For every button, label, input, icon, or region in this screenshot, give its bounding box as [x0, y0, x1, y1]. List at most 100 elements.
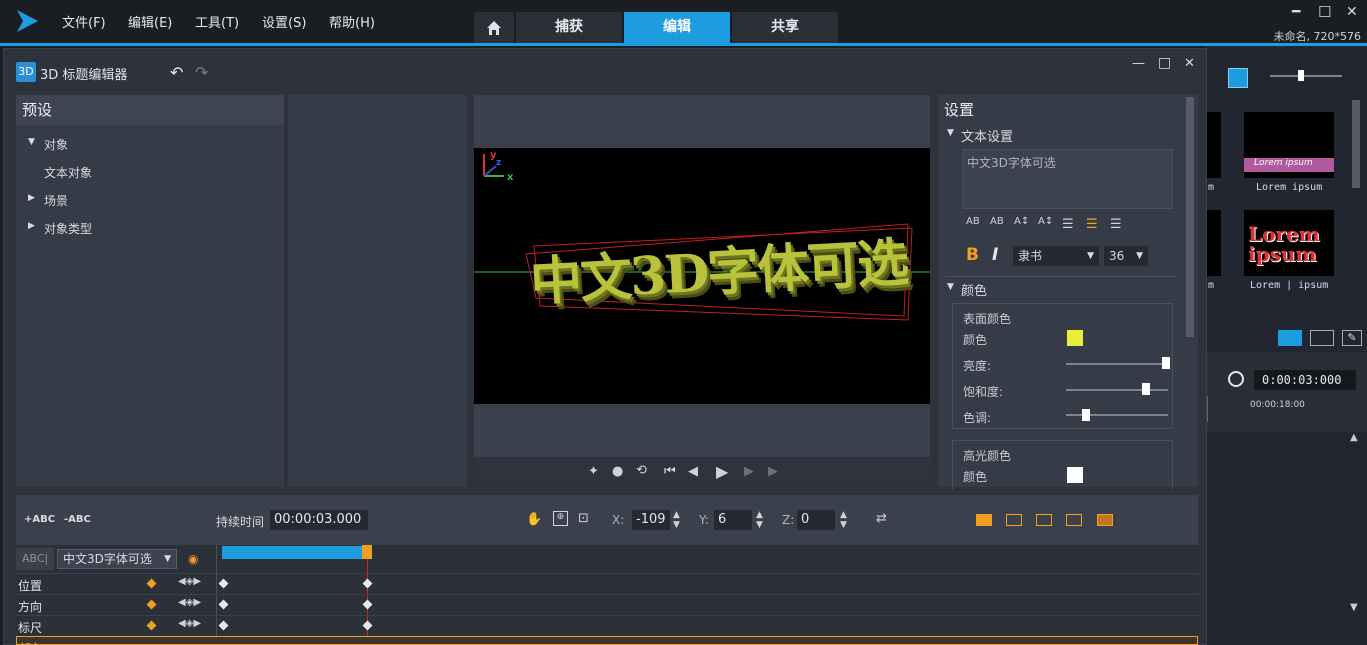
timeline-ruler[interactable]	[1207, 396, 1347, 422]
tab-share[interactable]: 共享	[732, 12, 838, 44]
expand-arrow-icon[interactable]: ▼	[947, 282, 954, 292]
saturation-slider-thumb[interactable]	[1141, 383, 1150, 395]
keyframe-toggle-icon[interactable]	[146, 578, 157, 589]
hand-tool-icon[interactable]: ✋	[526, 512, 542, 527]
scroll-up-icon[interactable]: ▲	[1350, 432, 1358, 443]
library-view-button[interactable]	[1278, 330, 1302, 346]
keyframe-nav-icon[interactable]: ◀◈▶	[178, 618, 201, 629]
menu-tools[interactable]: 工具(T)	[195, 12, 239, 31]
zoom-fit-icon[interactable]: ⊕	[553, 511, 568, 526]
font-size-select[interactable]: 36 ▼	[1104, 246, 1148, 266]
loop-icon[interactable]: ⟲	[636, 463, 647, 478]
keyframe-nav-icon[interactable]: ◀◈▶	[178, 597, 201, 608]
remove-text-button[interactable]: -ABC	[64, 514, 91, 525]
menu-settings[interactable]: 设置(S)	[262, 12, 306, 31]
dialog-minimize-button[interactable]: —	[1132, 56, 1145, 71]
brightness-slider-thumb[interactable]	[1161, 357, 1170, 369]
window-minimize-button[interactable]: ━	[1292, 4, 1300, 20]
z-field[interactable]: 0	[797, 510, 835, 530]
brightness-slider[interactable]	[1066, 363, 1168, 365]
tab-edit[interactable]: 编辑	[624, 12, 730, 44]
menu-file[interactable]: 文件(F)	[62, 12, 106, 31]
tree-item-scene[interactable]: 场景	[44, 192, 68, 209]
align-left-icon[interactable]: ☰	[1062, 217, 1074, 232]
zoom-slider[interactable]	[1270, 75, 1342, 77]
line-spacing-up-icon[interactable]: A↕	[1014, 216, 1029, 227]
preview-canvas[interactable]: y x z 中文3D字体可选	[474, 148, 930, 404]
collapse-arrow-icon[interactable]: ▶	[28, 221, 35, 231]
keyframe-icon[interactable]	[218, 620, 229, 631]
thumbnail-2[interactable]: Lorem ipsum	[1244, 210, 1334, 276]
view-back-icon[interactable]	[1006, 514, 1022, 526]
y-stepper-icon[interactable]: ▲ ▼	[756, 510, 763, 530]
sphere-icon[interactable]: ●	[612, 464, 623, 479]
view-right-icon[interactable]	[1066, 514, 1082, 526]
collapse-arrow-icon[interactable]: ▶	[28, 193, 35, 203]
library-scrollbar[interactable]	[1352, 100, 1360, 188]
keyframe-icon[interactable]	[218, 599, 229, 610]
tab-home[interactable]	[474, 12, 514, 44]
keyframe-icon[interactable]	[362, 599, 373, 610]
keyframe-toggle-icon[interactable]	[146, 620, 157, 631]
expand-arrow-icon[interactable]: ▼	[28, 137, 35, 147]
tree-item-text-object[interactable]: 文本对象	[44, 164, 92, 181]
playhead-handle[interactable]	[362, 545, 372, 559]
z-stepper-icon[interactable]: ▲ ▼	[840, 510, 847, 530]
thumbnail-1[interactable]: Lorem ipsum	[1244, 112, 1334, 178]
text-input[interactable]: 中文3D字体可选	[962, 149, 1173, 209]
reset-icon[interactable]: ⇄	[876, 511, 887, 526]
keyframe-nav-icon[interactable]: ◀◈▶	[178, 576, 201, 587]
menu-help[interactable]: 帮助(H)	[329, 12, 375, 31]
keyframe-toggle-icon[interactable]	[146, 599, 157, 610]
line-spacing-down-icon[interactable]: A↕	[1038, 216, 1053, 227]
settings-scrollbar[interactable]	[1186, 97, 1194, 337]
keyframe-icon[interactable]	[218, 578, 229, 589]
expand-arrow-icon[interactable]: ▼	[947, 128, 954, 138]
hue-slider[interactable]	[1066, 414, 1168, 416]
next-frame-icon[interactable]: ▶	[744, 464, 754, 479]
dialog-maximize-button[interactable]: □	[1158, 55, 1171, 71]
char-narrow-icon[interactable]: AB	[990, 216, 1004, 227]
edit-icon[interactable]: ✎	[1342, 330, 1362, 346]
tree-item-object-type[interactable]: 对象类型	[44, 220, 92, 237]
redo-icon[interactable]: ↷	[195, 63, 208, 82]
clip-duration-bar[interactable]	[222, 546, 368, 559]
visibility-icon[interactable]: ◉	[188, 552, 198, 566]
zoom-slider-thumb[interactable]	[1298, 70, 1304, 81]
library-layout-button[interactable]	[1310, 330, 1334, 346]
undo-icon[interactable]: ↶	[170, 63, 183, 82]
tree-item-object[interactable]: 对象	[44, 136, 68, 153]
view-front-icon[interactable]	[976, 514, 992, 526]
hue-slider-thumb[interactable]	[1082, 409, 1091, 421]
view-top-icon[interactable]	[1097, 514, 1113, 526]
x-field[interactable]: -109	[632, 510, 670, 530]
x-stepper-icon[interactable]: ▲ ▼	[673, 510, 680, 530]
y-field[interactable]: 6	[714, 510, 752, 530]
thumbnail-partial-2[interactable]	[1207, 210, 1221, 276]
saturation-slider[interactable]	[1066, 389, 1168, 391]
duration-field[interactable]: 00:00:03.000	[270, 510, 368, 530]
scroll-down-icon[interactable]: ▼	[1350, 602, 1358, 613]
highlight-color-swatch[interactable]	[1067, 467, 1083, 483]
focus-icon[interactable]: ⊡	[578, 511, 589, 526]
char-spacing-icon[interactable]: AB	[966, 216, 980, 227]
play-icon[interactable]: ▶	[716, 462, 728, 481]
timecode-display[interactable]: 0:00:03:000	[1254, 370, 1356, 390]
window-close-button[interactable]: ✕	[1346, 4, 1358, 20]
add-text-button[interactable]: +ABC	[24, 514, 55, 525]
menu-edit[interactable]: 编辑(E)	[128, 12, 172, 31]
window-maximize-button[interactable]: ☐	[1318, 3, 1331, 21]
bold-button[interactable]: B	[966, 245, 979, 265]
prev-frame-icon[interactable]: ◀	[688, 464, 698, 479]
track-row-direction[interactable]: 方向 ◀◈▶	[16, 594, 1198, 615]
track-row-color[interactable]: 颜色	[16, 636, 1198, 645]
view-left-icon[interactable]	[1036, 514, 1052, 526]
keyframe-icon[interactable]	[362, 578, 373, 589]
align-right-icon[interactable]: ☰	[1110, 217, 1122, 232]
font-select[interactable]: 隶书 ▼	[1013, 246, 1099, 266]
thumbnail-partial[interactable]	[1207, 112, 1221, 178]
object-select[interactable]: 中文3D字体可选 ▼	[57, 549, 177, 569]
dialog-close-button[interactable]: ✕	[1184, 56, 1195, 71]
track-row-scale[interactable]: 标尺 ◀◈▶	[16, 615, 1198, 636]
view-toggle-icon[interactable]	[1228, 68, 1248, 88]
